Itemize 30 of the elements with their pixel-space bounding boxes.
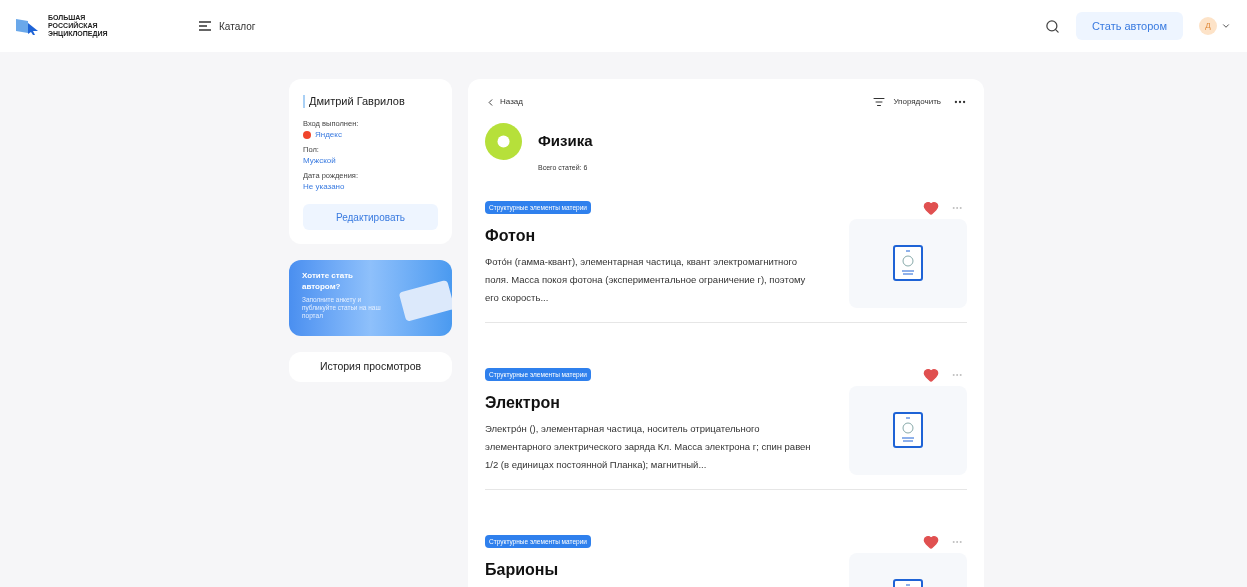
edit-button[interactable]: Редактировать (303, 204, 438, 231)
article-title[interactable]: Фотон (485, 223, 849, 248)
category-icon (485, 123, 522, 160)
category-title: Физика (538, 131, 593, 152)
history-button[interactable]: История просмотров (289, 352, 452, 383)
field-value: Мужской (303, 155, 336, 167)
catalog-button[interactable]: Каталог (199, 18, 256, 34)
article-excerpt: Электро́н (), элементарная частица, носитель отрицательного элементарного электрического заряда Кл. Масса электрона г; спин равен 1/2 (в единицах постоянной Планка); магнитный... (485, 421, 812, 472)
provider-icon (303, 130, 311, 139)
back-link[interactable]: Назад (485, 96, 523, 108)
chevron-icon[interactable] (1221, 21, 1231, 31)
article-excerpt: Фото́н (гамма-квант), элементарная частица, квант электромагнитного поля. Масса покоя фотона (экспериментальное ограничение г), поэтому его скорость... (485, 254, 807, 305)
promo-title: Хотите стать автором? (302, 270, 354, 293)
sort-icon (873, 96, 886, 108)
user-name: Дмитрий Гаврилов (309, 94, 405, 109)
document-icon (893, 412, 923, 448)
field-value: Яндекс (315, 128, 342, 141)
become-author-button[interactable]: Стать автором (1075, 12, 1183, 40)
search-icon[interactable] (1044, 18, 1060, 34)
field-value: Не указано (303, 181, 345, 194)
accent-bar (303, 94, 305, 108)
heart-icon[interactable] (923, 199, 939, 216)
heart-icon[interactable] (923, 366, 939, 383)
logo-icon (16, 17, 40, 35)
article-title[interactable]: Барионы (485, 557, 849, 582)
menu-icon (199, 21, 211, 31)
heart-icon[interactable] (923, 533, 939, 550)
article-title[interactable]: Электрон (485, 390, 849, 415)
sort-button[interactable]: Упорядочить (873, 96, 941, 108)
document-icon (893, 245, 923, 281)
